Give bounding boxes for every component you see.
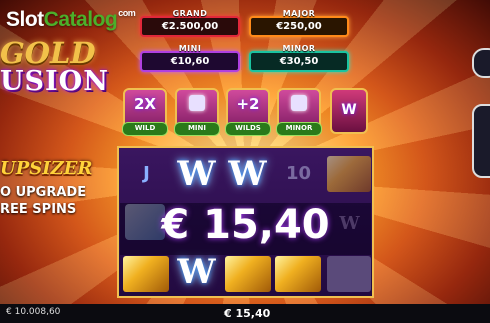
feature-2x-label: 2X [133, 95, 156, 113]
promo-line-spins: REE SPINS [0, 202, 77, 217]
feature-wild-multiplier: 2X WILD [122, 88, 168, 136]
wild-symbol: W [177, 252, 216, 292]
lock-icon [189, 95, 205, 111]
feature-wild-tag: WILD [122, 122, 168, 136]
feature-minor: MINOR [276, 88, 322, 136]
jackpot-minor-value: €30,50 [279, 56, 319, 67]
wild-symbol: W [228, 154, 267, 194]
jackpot-grand-value: €2.500,00 [161, 21, 219, 32]
jackpot-mini: MINI €10,60 [140, 44, 240, 72]
feature-extra-wilds: +2 WILDS [225, 88, 271, 136]
feature-mini: MINI [174, 88, 220, 136]
gold-bar-symbol [275, 256, 321, 292]
balance: € 10.008,60 [6, 307, 61, 317]
star-icon[interactable] [472, 48, 490, 78]
feature-plus2-label: +2 [236, 95, 260, 113]
jackpot-mini-label: MINI [178, 44, 202, 53]
lock-icon [291, 95, 307, 111]
gold-bar-symbol [225, 256, 271, 292]
promo-title: UPSIZER [0, 158, 93, 179]
jackpot-grand-label: GRAND [172, 9, 208, 18]
jackpot-grand: GRAND €2.500,00 [140, 9, 240, 37]
jackpot-major-label: MAJOR [282, 9, 316, 18]
gold-bar-symbol [327, 156, 371, 192]
watermark: SlotCatalogcom [6, 8, 136, 31]
symbol-ten: 10 [285, 163, 312, 184]
logo-fusion: USION [0, 66, 109, 97]
feature-mini-tag: MINI [174, 122, 220, 136]
jackpot-major-value: €250,00 [276, 21, 322, 32]
promo-line-upgrade: O UPGRADE [0, 185, 87, 200]
gold-bar-symbol [123, 256, 169, 292]
jackpot-minor-label: MINOR [282, 44, 316, 53]
feature-minor-tag: MINOR [276, 122, 322, 136]
win-amount: € 15,40 [161, 202, 330, 248]
bottom-win: € 15,40 [224, 307, 271, 320]
jackpot-minor: MINOR €30,50 [249, 44, 349, 72]
feature-wilds-tag: WILDS [225, 122, 271, 136]
wild-symbol: W [177, 154, 216, 194]
spin-panel[interactable] [472, 104, 490, 178]
jackpot-mini-value: €10,60 [170, 56, 210, 67]
feature-wild-collector: W [330, 88, 368, 134]
jackpot-major: MAJOR €250,00 [249, 9, 349, 37]
logo-gold: GOLD [0, 36, 96, 70]
silver-bar-symbol [327, 256, 371, 292]
wild-coin-icon: W [341, 102, 357, 118]
symbol-j: J [143, 163, 150, 184]
